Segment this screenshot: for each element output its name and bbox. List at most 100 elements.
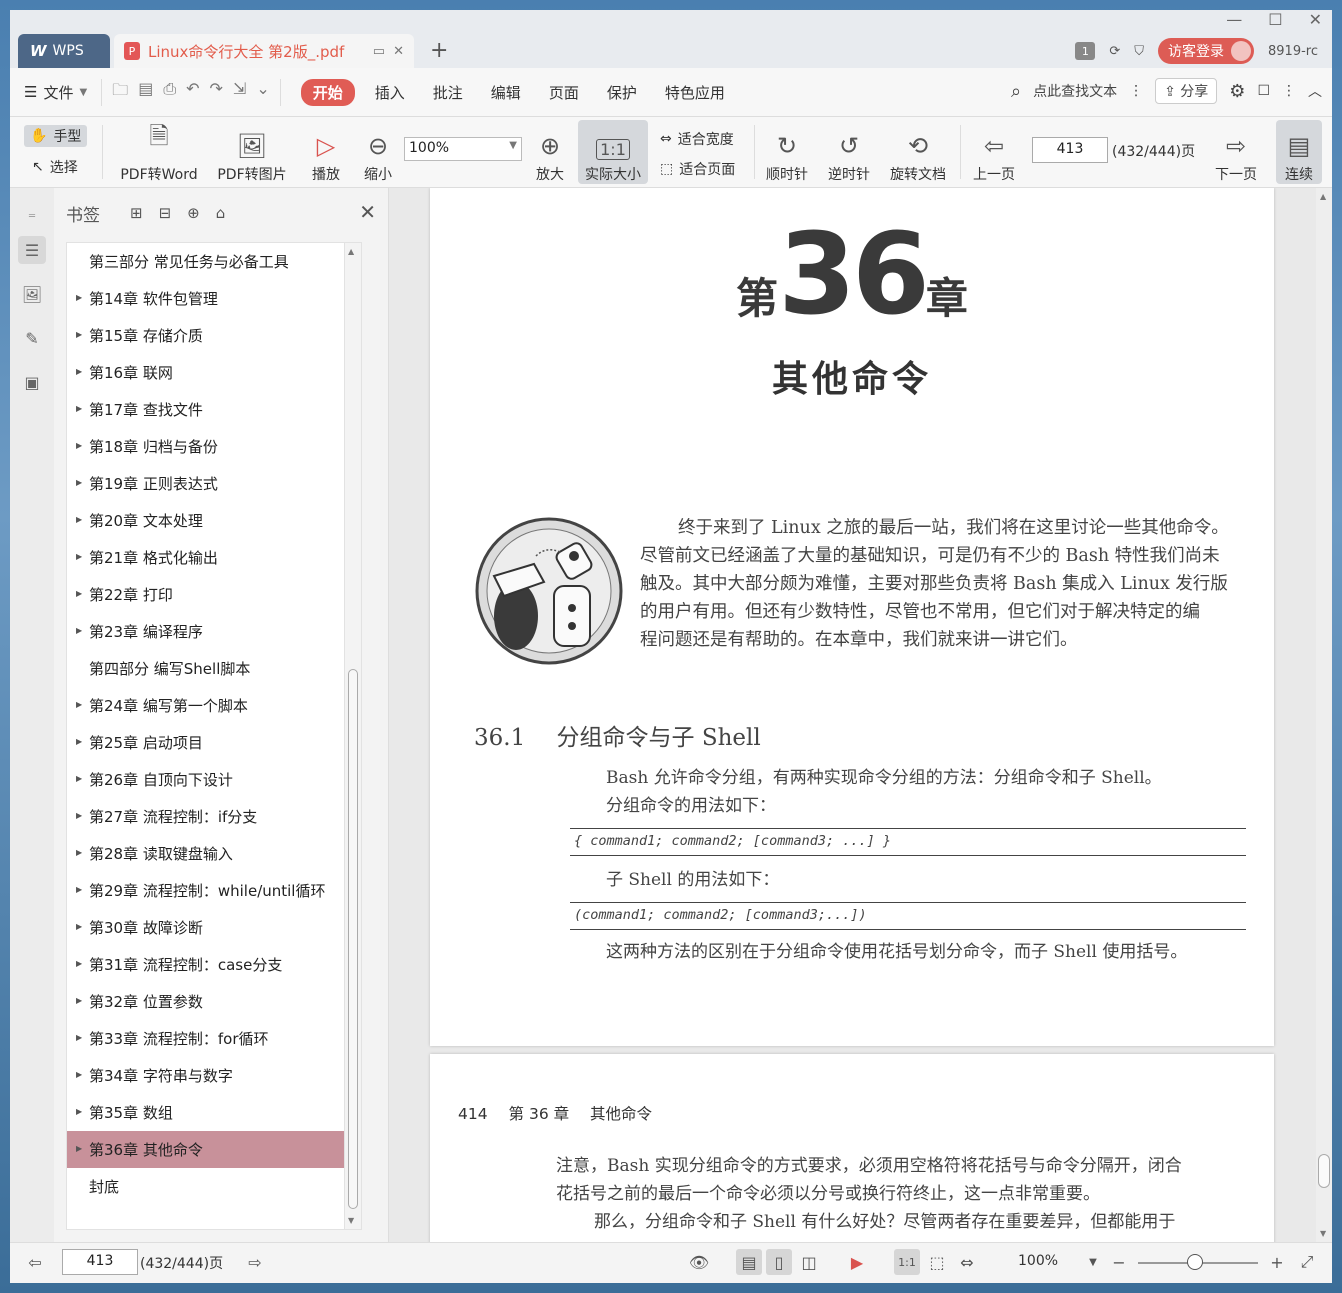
bookmark-item[interactable]: ▶ 第34章 字符串与数字 xyxy=(67,1057,361,1094)
zoom-in-button[interactable]: ⊕ 放大 xyxy=(530,120,570,184)
actual-size-icon[interactable]: 1:1 xyxy=(894,1249,920,1275)
scroll-up-icon[interactable]: ▲ xyxy=(1320,192,1326,201)
play-button[interactable]: ▷ 播放 xyxy=(306,120,346,184)
add-bookmark-icon[interactable]: ⊕ xyxy=(187,204,200,222)
expand-triangle-icon[interactable]: ▶ xyxy=(76,515,82,524)
bookmark-item[interactable]: ▶ 第23章 编译程序 xyxy=(67,613,361,650)
expand-triangle-icon[interactable]: ▶ xyxy=(76,1070,82,1079)
expand-triangle-icon[interactable]: ▶ xyxy=(76,996,82,1005)
close-tab-icon[interactable]: ✕ xyxy=(393,44,404,59)
print-icon[interactable]: ⎙ xyxy=(163,79,176,106)
expand-triangle-icon[interactable]: ▶ xyxy=(76,367,82,376)
bookmark-item[interactable]: ▶ 第17章 查找文件 xyxy=(67,391,361,428)
wps-home-tab[interactable]: W WPS xyxy=(18,34,110,68)
bookmark-scrollbar[interactable]: ▲ ▼ xyxy=(344,243,361,1229)
expand-triangle-icon[interactable]: ▶ xyxy=(76,848,82,857)
double-page-icon[interactable]: ◫ xyxy=(796,1249,822,1275)
prev-page-icon[interactable]: ⇦ xyxy=(22,1249,48,1275)
expand-triangle-icon[interactable]: ▶ xyxy=(76,330,82,339)
collapse-all-icon[interactable]: ⊟ xyxy=(159,204,172,222)
hand-tool-button[interactable]: ✋ 手型 xyxy=(24,125,88,147)
bookmark-item[interactable]: ▶ 第28章 读取键盘输入 xyxy=(67,835,361,872)
comment-icon[interactable]: ☐ xyxy=(1257,83,1270,99)
chevron-down-icon[interactable]: ▼ xyxy=(1080,1249,1106,1275)
fit-page-icon[interactable]: ⬚ xyxy=(924,1249,950,1275)
menu-protect[interactable]: 保护 xyxy=(593,82,651,103)
bookmark-icon[interactable]: ⌂ xyxy=(216,204,226,222)
continuous-view-button[interactable]: ▤ 连续 xyxy=(1276,120,1322,184)
play-icon[interactable]: ▶ xyxy=(844,1249,870,1275)
rotate-counterclockwise-button[interactable]: ↺ 逆时针 xyxy=(824,120,874,184)
drag-handle-icon[interactable]: ═ xyxy=(18,202,46,230)
more-vert-icon[interactable]: ⋮ xyxy=(1129,83,1143,99)
bookmark-item[interactable]: ▶ 第26章 自顶向下设计 xyxy=(67,761,361,798)
bookmark-item[interactable]: ▶ 第22章 打印 xyxy=(67,576,361,613)
bookmark-item[interactable]: ▶ 第15章 存储介质 xyxy=(67,317,361,354)
menu-annotate[interactable]: 批注 xyxy=(419,82,477,103)
bookmark-item[interactable]: ▶ 第19章 正则表达式 xyxy=(67,465,361,502)
expand-triangle-icon[interactable]: ▶ xyxy=(76,811,82,820)
expand-triangle-icon[interactable]: ▶ xyxy=(76,1033,82,1042)
bookmark-item[interactable]: 第三部分 常见任务与必备工具 xyxy=(67,243,361,280)
page-number-input[interactable]: 413 xyxy=(1032,137,1108,163)
search-icon[interactable]: ⌕ xyxy=(1011,81,1021,102)
bookmark-item[interactable]: ▶ 第21章 格式化输出 xyxy=(67,539,361,576)
zoom-select[interactable]: 100% ▼ xyxy=(404,137,522,161)
more-icon[interactable]: ⋮ xyxy=(1282,83,1296,99)
document-view[interactable]: 第36章 其他命令 终于来到了 Linux 之旅的最后一站，我们将在这里讨论一些… xyxy=(389,188,1332,1242)
pdf-to-image-button[interactable]: 🖼 PDF转图片 xyxy=(214,120,290,184)
expand-triangle-icon[interactable]: ▶ xyxy=(76,700,82,709)
scroll-down-icon[interactable]: ▼ xyxy=(348,1216,354,1225)
expand-triangle-icon[interactable]: ▶ xyxy=(76,478,82,487)
redo-icon[interactable]: ↷ xyxy=(210,79,223,106)
document-scrollbar[interactable]: ▲ ▼ xyxy=(1316,188,1332,1242)
expand-triangle-icon[interactable]: ▶ xyxy=(76,404,82,413)
new-tab-button[interactable]: + xyxy=(430,38,448,63)
eye-protection-icon[interactable]: 👁 xyxy=(686,1249,712,1275)
bookmark-item[interactable]: ▶ 第16章 联网 xyxy=(67,354,361,391)
expand-triangle-icon[interactable]: ▶ xyxy=(76,1107,82,1116)
menu-edit[interactable]: 编辑 xyxy=(477,82,535,103)
actual-size-button[interactable]: 1:1 实际大小 xyxy=(578,120,648,184)
share-button[interactable]: ⇪ 分享 xyxy=(1155,78,1218,104)
gear-icon[interactable]: ⚙ xyxy=(1229,81,1245,102)
bookmark-item[interactable]: ▶ 第14章 软件包管理 xyxy=(67,280,361,317)
scrollbar-thumb[interactable] xyxy=(348,669,358,1209)
file-menu[interactable]: ☰ 文件 ▼ xyxy=(10,82,101,103)
bookmark-item[interactable]: ▶ 第27章 流程控制：if分支 xyxy=(67,798,361,835)
prev-page-button[interactable]: ⇦ 上一页 xyxy=(968,120,1020,184)
rotate-document-button[interactable]: ⟲ 旋转文档 xyxy=(886,120,950,184)
export-icon[interactable]: ⇲ xyxy=(233,79,246,106)
bookmark-item[interactable]: ▶ 第25章 启动项目 xyxy=(67,724,361,761)
single-page-icon[interactable]: ▯ xyxy=(766,1249,792,1275)
expand-triangle-icon[interactable]: ▶ xyxy=(76,922,82,931)
rotate-clockwise-button[interactable]: ↻ 顺时针 xyxy=(762,120,812,184)
document-tab[interactable]: P Linux命令行大全 第2版_.pdf ▭ ✕ xyxy=(114,34,414,68)
bookmark-item[interactable]: ▶ 第30章 故障诊断 xyxy=(67,909,361,946)
expand-triangle-icon[interactable]: ▶ xyxy=(76,293,82,302)
zoom-slider-knob[interactable] xyxy=(1187,1254,1203,1270)
maximize-icon[interactable]: ☐ xyxy=(1268,10,1282,29)
status-zoom-value[interactable]: 100% xyxy=(1018,1253,1058,1269)
menu-start[interactable]: 开始 xyxy=(300,78,355,106)
bookmark-item[interactable]: ▶ 第33章 流程控制：for循环 xyxy=(67,1020,361,1057)
zoom-out-button[interactable]: ⊖ 缩小 xyxy=(358,120,398,184)
save-icon[interactable]: ▤ xyxy=(138,79,153,106)
bookmark-item[interactable]: ▶ 第36章 其他命令 xyxy=(67,1131,361,1168)
next-page-button[interactable]: ⇨ 下一页 xyxy=(1210,120,1262,184)
menu-special[interactable]: 特色应用 xyxy=(651,82,739,103)
expand-all-icon[interactable]: ⊞ xyxy=(130,204,143,222)
bookmark-panel-icon[interactable]: ☰ xyxy=(18,236,46,264)
bookmark-item[interactable]: ▶ 第24章 编写第一个脚本 xyxy=(67,687,361,724)
collapse-ribbon-icon[interactable]: ︿ xyxy=(1308,81,1322,101)
bookmark-item[interactable]: ▶ 第32章 位置参数 xyxy=(67,983,361,1020)
thumbnail-icon[interactable]: 🖼 xyxy=(18,280,46,308)
zoom-out-icon[interactable]: − xyxy=(1106,1249,1132,1275)
expand-triangle-icon[interactable]: ▶ xyxy=(76,1144,82,1153)
shirt-icon[interactable]: ⛉ xyxy=(1134,44,1144,59)
next-page-icon[interactable]: ⇨ xyxy=(242,1249,268,1275)
guest-login-button[interactable]: 访客登录 xyxy=(1158,38,1255,64)
find-text-button[interactable]: 点此查找文本 xyxy=(1033,81,1117,101)
expand-triangle-icon[interactable]: ▶ xyxy=(76,626,82,635)
minimize-icon[interactable]: — xyxy=(1226,10,1242,29)
